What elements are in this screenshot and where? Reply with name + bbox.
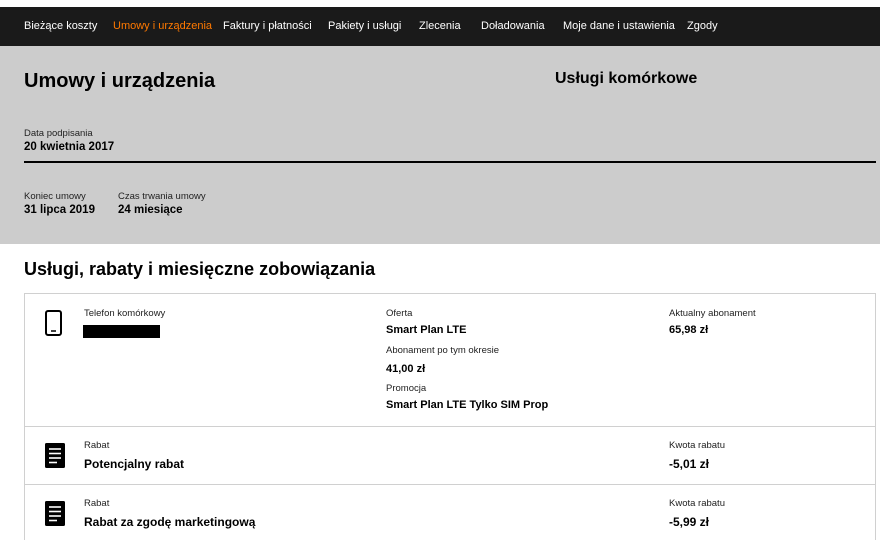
- document-icon: [45, 501, 65, 531]
- mobile-phone-icon: [45, 310, 62, 341]
- page-title: Umowy i urządzenia: [24, 70, 216, 92]
- after-period-label: Abonament po tym okresie: [386, 345, 500, 356]
- nav-item-current-costs[interactable]: Bieżące koszty: [24, 7, 97, 46]
- offer-value: Smart Plan LTE: [386, 324, 467, 336]
- promotion-label: Promocja: [386, 383, 427, 394]
- nav-item-invoices-payments[interactable]: Faktury i płatności: [223, 7, 312, 46]
- nav-item-consents[interactable]: Zgody: [687, 7, 718, 46]
- discount-amount-value: -5,99 zł: [669, 515, 710, 529]
- contract-summary: Umowy i urządzenia Usługi komórkowe Data…: [0, 46, 880, 244]
- current-subscription-label: Aktualny abonament: [669, 308, 756, 319]
- top-strip: [0, 0, 880, 7]
- discount-card: Rabat Rabat za zgodę marketingową Kwota …: [24, 484, 876, 540]
- contract-end-label: Koniec umowy: [24, 191, 86, 202]
- summary-divider: [24, 161, 876, 163]
- signing-date-label: Data podpisania: [24, 128, 93, 139]
- nav-item-packages-services[interactable]: Pakiety i usługi: [328, 7, 401, 46]
- nav-item-top-ups[interactable]: Doładowania: [481, 7, 545, 46]
- phone-label: Telefon komórkowy: [84, 308, 166, 319]
- promotion-value: Smart Plan LTE Tylko SIM Prop: [386, 399, 549, 411]
- nav-item-orders[interactable]: Zlecenia: [419, 7, 461, 46]
- contract-end-value: 31 lipca 2019: [24, 204, 95, 216]
- main-navigation: Bieżące koszty Umowy i urządzenia Faktur…: [0, 7, 880, 46]
- nav-item-contracts-devices[interactable]: Umowy i urządzenia: [113, 7, 212, 46]
- discount-name: Rabat za zgodę marketingową: [84, 515, 256, 529]
- signing-date-value: 20 kwietnia 2017: [24, 141, 115, 153]
- after-period-value: 41,00 zł: [386, 363, 426, 375]
- discount-amount-label: Kwota rabatu: [669, 440, 725, 451]
- redacted-phone-number: [83, 325, 160, 338]
- current-subscription-value: 65,98 zł: [669, 324, 709, 336]
- discount-name: Potencjalny rabat: [84, 457, 185, 471]
- nav-item-my-data-settings[interactable]: Moje dane i ustawienia: [563, 7, 675, 46]
- offer-label: Oferta: [386, 308, 413, 319]
- phone-service-card: Telefon komórkowy Oferta Smart Plan LTE …: [24, 293, 876, 427]
- discount-type-label: Rabat: [84, 440, 110, 451]
- service-type-title: Usługi komórkowe: [555, 70, 698, 87]
- discount-amount-value: -5,01 zł: [669, 457, 710, 471]
- contract-duration-label: Czas trwania umowy: [118, 191, 206, 202]
- services-heading: Usługi, rabaty i miesięczne zobowiązania: [24, 259, 376, 279]
- discount-type-label: Rabat: [84, 498, 110, 509]
- discount-amount-label: Kwota rabatu: [669, 498, 725, 509]
- discount-card: Rabat Potencjalny rabat Kwota rabatu -5,…: [24, 426, 876, 485]
- contract-duration-value: 24 miesiące: [118, 204, 183, 216]
- document-icon: [45, 443, 65, 473]
